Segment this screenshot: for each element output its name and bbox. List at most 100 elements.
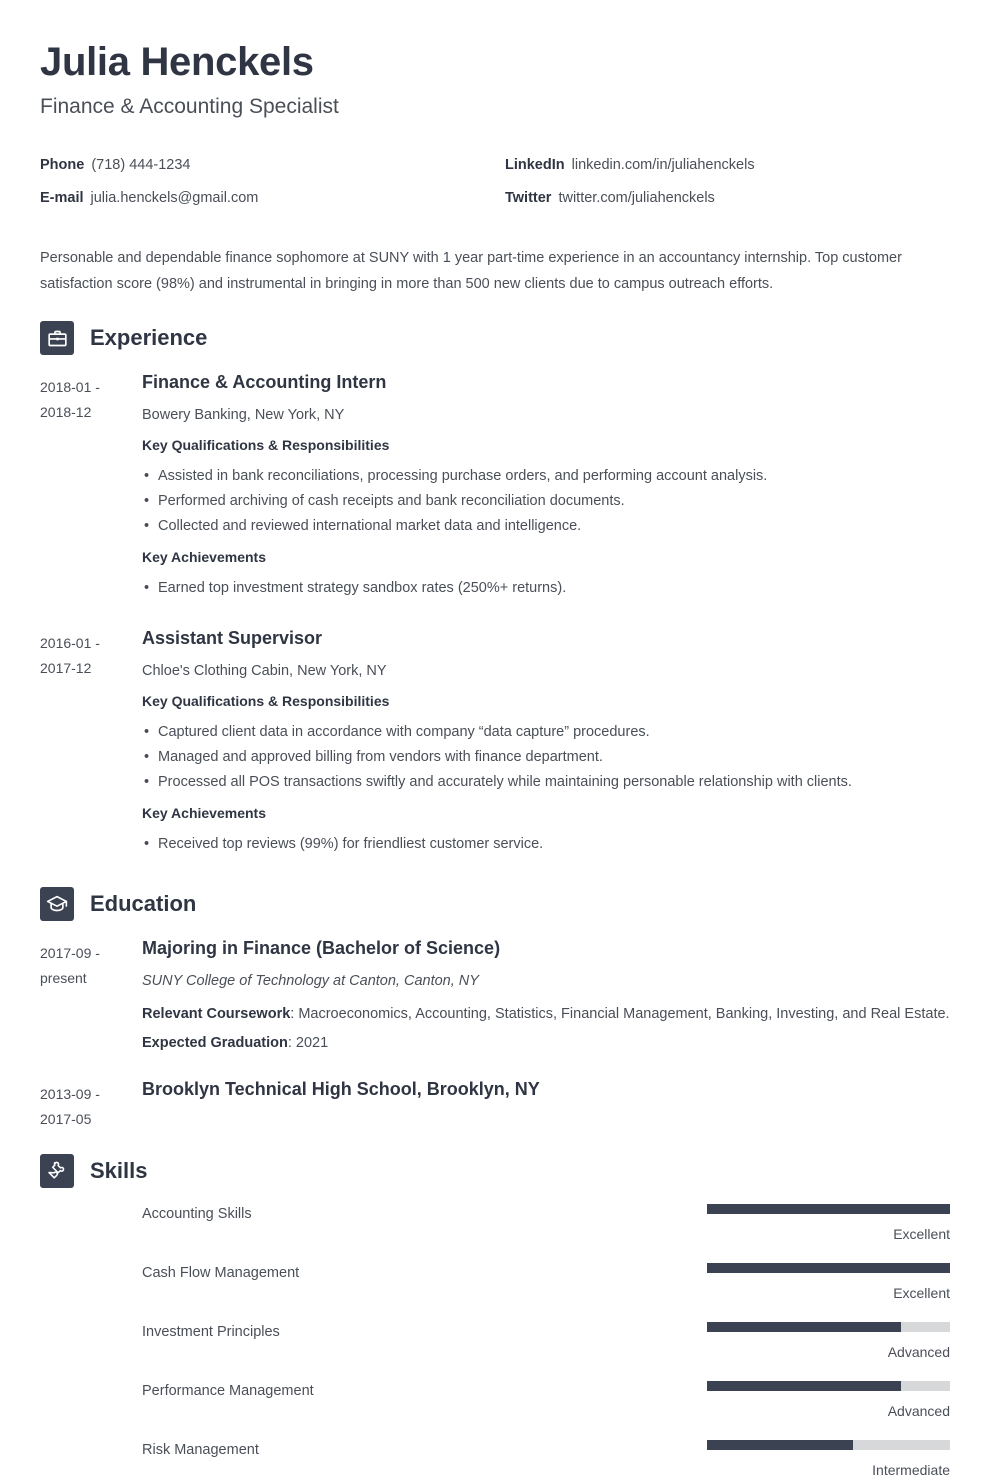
education-entry-dates: 2017-09 - present [40,937,142,1059]
section-header-education: Education [40,887,950,922]
section-header-skills: Skills [40,1153,950,1188]
contact-row-email: E-mail julia.henckels@gmail.com [40,182,495,215]
list-item: Captured client data in accordance with … [142,720,950,745]
skill-name: Performance Management [142,1382,314,1399]
contact-value-twitter[interactable]: twitter.com/juliahenckels [558,190,714,206]
candidate-name: Julia Henckels [40,40,314,84]
contact-value-linkedin[interactable]: linkedin.com/in/juliahenckels [572,157,755,173]
skill-row: Accounting Skills Excellent [142,1203,950,1242]
date-start: 2016-01 - [40,635,100,652]
expected-graduation-label: Expected Graduation [142,1034,288,1051]
experience-entry-dates: 2016-01 - 2017-12 [40,627,142,865]
section-header-experience: Experience [40,321,950,356]
relevant-coursework-value: : Macroeconomics, Accounting, Statistics… [290,1005,950,1022]
experience-employer: Chloe's Clothing Cabin, New York, NY [142,662,387,679]
education-entry-body: Brooklyn Technical High School, Brooklyn… [142,1078,950,1132]
skill-level-label: Excellent [893,1284,950,1301]
resume-page: Julia Henckels Finance & Accounting Spec… [0,0,990,1477]
skill-name: Cash Flow Management [142,1264,300,1281]
list-item: Managed and approved billing from vendor… [142,745,950,770]
briefcase-icon [40,321,74,356]
date-start: 2018-01 - [40,379,100,396]
skill-bar-fill [707,1262,950,1273]
skill-bar-track [707,1439,950,1450]
achievements-heading: Key Achievements [142,805,266,822]
skill-name: Investment Principles [142,1323,280,1340]
graduation-cap-icon [40,887,74,922]
contact-row-linkedin: LinkedIn linkedin.com/in/juliahenckels [505,149,950,182]
qualifications-list: Assisted in bank reconciliations, proces… [142,464,950,539]
skill-meter: Advanced [707,1321,950,1360]
experience-entry-body: Assistant Supervisor Chloe's Clothing Ca… [142,627,950,865]
education-entry: 2013-09 - 2017-05 Brooklyn Technical Hig… [40,1078,950,1132]
skill-row: Performance Management Advanced [142,1380,950,1419]
skill-row: Cash Flow Management Excellent [142,1262,950,1301]
achievements-list: Received top reviews (99%) for friendlie… [142,832,950,857]
contact-value-email[interactable]: julia.henckels@gmail.com [91,190,259,206]
relevant-coursework: Relevant Coursework: Macroeconomics, Acc… [142,1002,950,1027]
skill-meter: Excellent [707,1262,950,1301]
date-end: 2017-05 [40,1110,92,1127]
skill-bar-fill [707,1380,902,1391]
contact-value-phone: (718) 444-1234 [91,157,191,174]
list-item: Performed archiving of cash receipts and… [142,489,950,514]
experience-entry-body: Finance & Accounting Intern Bowery Banki… [142,371,950,609]
list-item: Assisted in bank reconciliations, proces… [142,464,950,489]
experience-role-title: Assistant Supervisor [142,628,323,649]
date-end: 2017-12 [40,660,92,677]
contact-row-twitter: Twitter twitter.com/juliahenckels [505,182,950,215]
skill-row: Risk Management Intermediate [142,1439,950,1478]
expected-graduation: Expected Graduation: 2021 [142,1031,950,1056]
skill-level-label: Excellent [893,1225,950,1242]
list-item: Earned top investment strategy sandbox r… [142,576,950,601]
section-title-skills: Skills [90,1157,148,1183]
skill-row: Investment Principles Advanced [142,1321,950,1360]
experience-role-title: Finance & Accounting Intern [142,372,387,393]
achievements-heading: Key Achievements [142,549,266,566]
contact-label-phone: Phone [40,157,85,174]
education-degree: Brooklyn Technical High School, Brooklyn… [142,1078,540,1099]
experience-entry-dates: 2018-01 - 2018-12 [40,371,142,609]
skill-name: Accounting Skills [142,1205,252,1222]
section-title-experience: Experience [90,325,208,351]
education-entry-dates: 2013-09 - 2017-05 [40,1078,142,1132]
skill-bar-fill [707,1203,950,1214]
contact-column-left: Phone (718) 444-1234 E-mail julia.henckels… [40,149,495,215]
puzzle-piece-icon [40,1153,74,1188]
contact-column-right: LinkedIn linkedin.com/in/juliahenckels Tw… [495,149,950,215]
contact-row-phone: Phone (718) 444-1234 [40,149,495,182]
qualifications-list: Captured client data in accordance with … [142,720,950,795]
skill-bar-fill [707,1321,902,1332]
achievements-list: Earned top investment strategy sandbox r… [142,576,950,601]
professional-summary: Personable and dependable finance sophom… [40,250,902,293]
experience-employer: Bowery Banking, New York, NY [142,406,345,423]
education-entry-body: Majoring in Finance (Bachelor of Science… [142,937,950,1059]
skill-level-label: Intermediate [872,1461,950,1478]
education-entry: 2017-09 - present Majoring in Finance (B… [40,937,950,1059]
relevant-coursework-label: Relevant Coursework [142,1005,291,1022]
skill-bar-fill [707,1439,853,1450]
experience-entry: 2016-01 - 2017-12 Assistant Supervisor C… [40,627,950,865]
skill-level-label: Advanced [887,1402,950,1419]
skill-bar-track [707,1380,950,1391]
candidate-job-title: Finance & Accounting Specialist [40,95,339,118]
skill-meter: Intermediate [707,1439,950,1478]
expected-graduation-value: : 2021 [287,1034,329,1051]
list-item: Received top reviews (99%) for friendlie… [142,832,950,857]
experience-entry: 2018-01 - 2018-12 Finance & Accounting I… [40,371,950,609]
date-end: 2018-12 [40,404,92,421]
date-start: 2013-09 - [40,1085,100,1102]
skill-meter: Advanced [707,1380,950,1419]
qualifications-heading: Key Qualifications & Responsibilities [142,693,390,710]
skill-bar-track [707,1203,950,1214]
contact-label-email: E-mail [40,190,84,207]
contact-details: Phone (718) 444-1234 E-mail julia.henckels… [40,149,950,215]
skill-bar-track [707,1262,950,1273]
contact-label-linkedin: LinkedIn [505,157,565,174]
contact-label-twitter: Twitter [505,190,552,207]
skills-list: Accounting Skills Excellent Cash Flow Ma… [40,1203,950,1478]
skill-level-label: Advanced [887,1343,950,1360]
date-end: present [40,970,87,987]
education-school: SUNY College of Technology at Canton, Ca… [142,972,479,989]
list-item: Collected and reviewed international mar… [142,514,950,539]
